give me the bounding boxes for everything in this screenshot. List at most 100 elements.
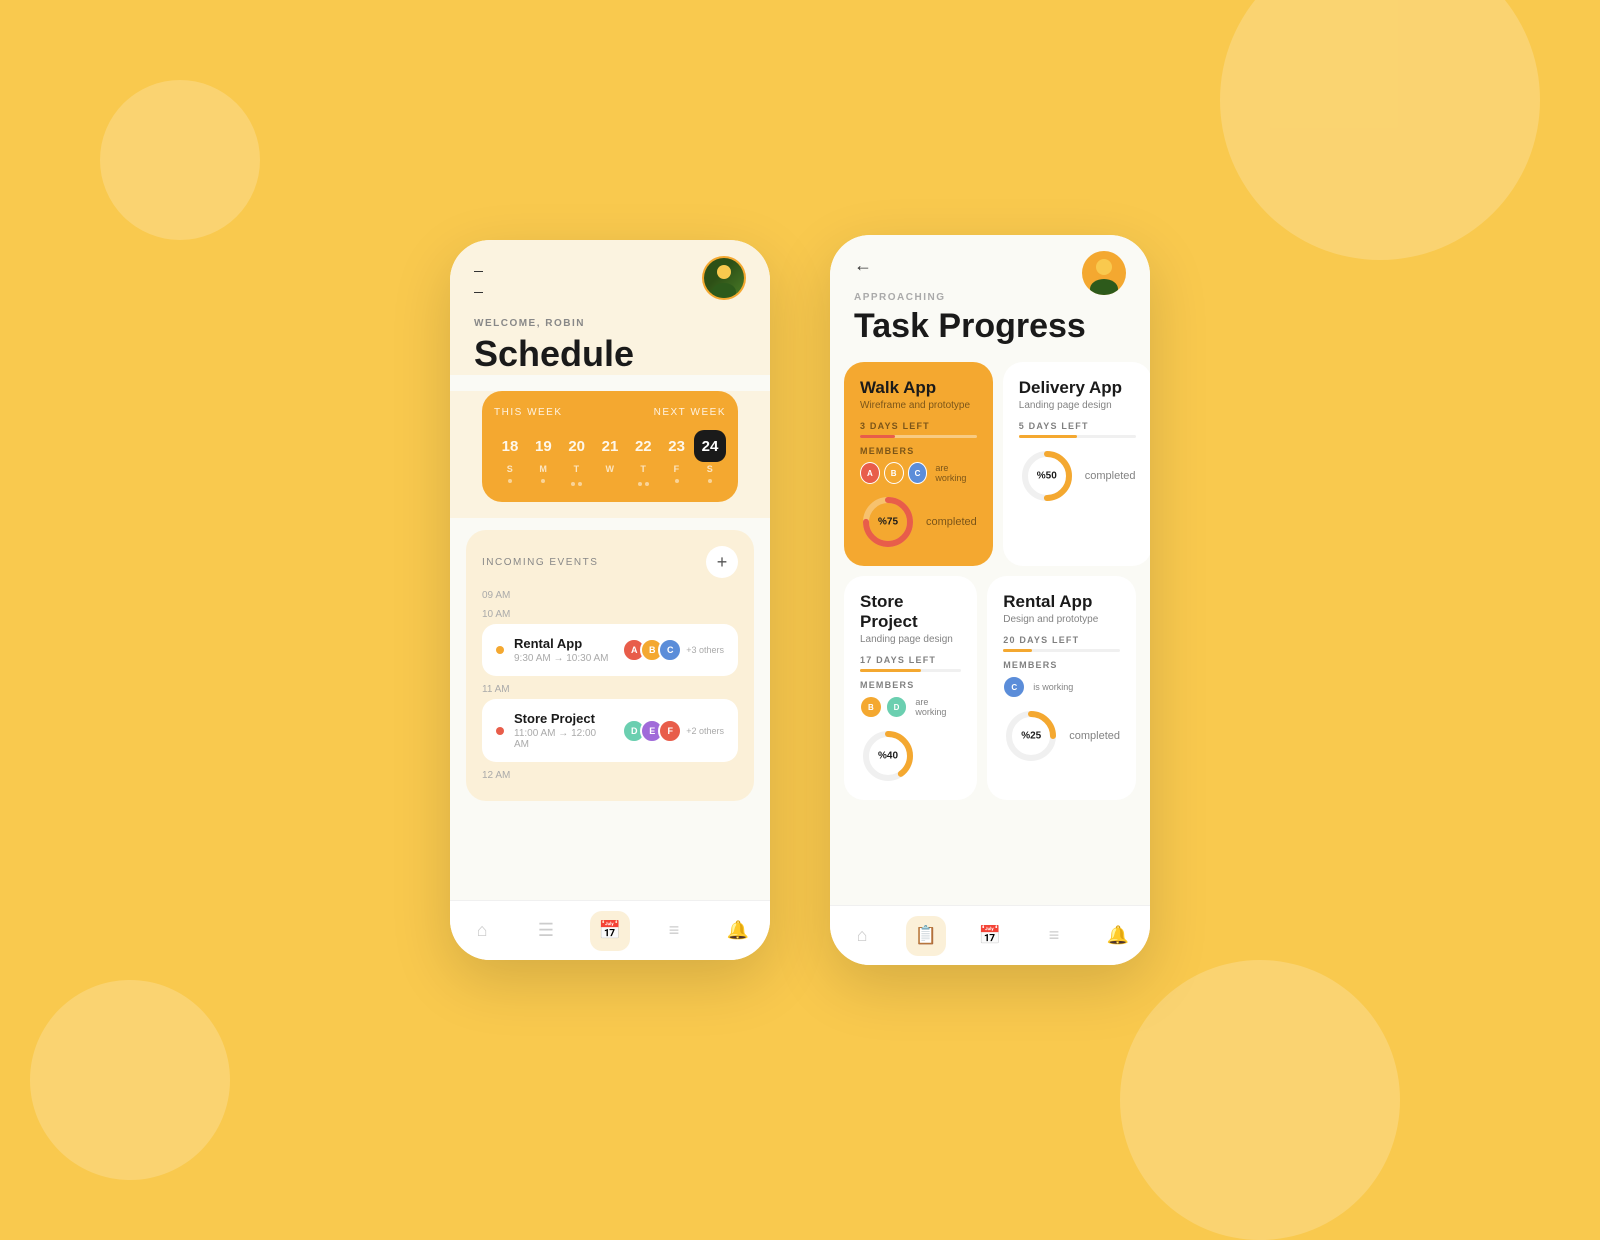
- completed-text: completed: [1085, 470, 1136, 482]
- progress-wrap: %25 completed: [1003, 708, 1120, 764]
- nav-bell[interactable]: 🔔: [1098, 916, 1138, 956]
- event-card-store-project[interactable]: Store Project 11:00 AM → 12:00 AM D E F …: [482, 699, 738, 762]
- event-dot-red: [496, 727, 504, 735]
- nav-home[interactable]: ⌂: [842, 916, 882, 956]
- menu-icon: ≡: [654, 911, 694, 951]
- day-num-active: 24: [694, 430, 726, 462]
- event-time: 9:30 AM → 10:30 AM: [514, 653, 612, 664]
- more-members-text: +2 others: [686, 726, 724, 736]
- avatar[interactable]: [1082, 251, 1126, 295]
- more-members-text: +3 others: [686, 645, 724, 655]
- bottom-nav: ⌂ ☰ 📅 ≡ 🔔: [450, 900, 770, 960]
- days-bar: [860, 669, 961, 672]
- document-icon: ☰: [526, 911, 566, 951]
- nav-menu[interactable]: ≡: [1034, 916, 1074, 956]
- donut-chart: %75: [860, 494, 916, 550]
- day-num: 22: [627, 430, 659, 462]
- days-bar-fill: [1003, 649, 1032, 652]
- week-navigation: THIS WEEK NEXT WEEK: [494, 407, 726, 418]
- bg-decoration-2: [30, 980, 230, 1180]
- event-name: Rental App: [514, 636, 612, 651]
- nav-menu[interactable]: ≡: [654, 911, 694, 951]
- phone-task-progress: ← APPROACHING Task Progress Walk App Wir…: [830, 235, 1150, 965]
- day-dot: [645, 482, 649, 486]
- day-dot: [638, 482, 642, 486]
- donut-chart: %40: [860, 728, 916, 784]
- task-card-store-project[interactable]: Store Project Landing page design 17 DAY…: [844, 576, 977, 800]
- members-label: MEMBERS: [860, 446, 977, 456]
- calendar-icon: 📅: [590, 911, 630, 951]
- cal-day-23[interactable]: 23 F: [661, 430, 693, 486]
- task-sub: Design and prototype: [1003, 614, 1120, 625]
- task-card-walk-app[interactable]: Walk App Wireframe and prototype 3 DAYS …: [844, 362, 993, 566]
- donut-chart: %25: [1003, 708, 1059, 764]
- task-name: Store Project: [860, 592, 961, 632]
- event-info: Rental App 9:30 AM → 10:30 AM: [514, 636, 612, 664]
- task-progress-header: ← APPROACHING Task Progress: [830, 235, 1150, 346]
- day-dot: [675, 479, 679, 483]
- nav-bell[interactable]: 🔔: [718, 911, 758, 951]
- day-letter: W: [605, 464, 614, 474]
- time-slot-11: 11 AM: [482, 684, 738, 695]
- events-section-title: INCOMING EVENTS: [482, 557, 598, 568]
- day-letter: T: [574, 464, 580, 474]
- completed-text: completed: [1069, 730, 1120, 742]
- approaching-label: APPROACHING: [854, 292, 1126, 303]
- nav-calendar[interactable]: 📅: [590, 911, 630, 951]
- bg-decoration-4: [100, 80, 260, 240]
- day-num: 18: [494, 430, 526, 462]
- member-avatar: C: [908, 462, 928, 484]
- event-info: Store Project 11:00 AM → 12:00 AM: [514, 711, 612, 750]
- members-label: MEMBERS: [860, 680, 961, 690]
- avatar[interactable]: [702, 256, 746, 300]
- task-name: Rental App: [1003, 592, 1120, 612]
- day-dot: [578, 482, 582, 486]
- working-text: is working: [1033, 682, 1073, 692]
- event-card-rental-app[interactable]: Rental App 9:30 AM → 10:30 AM A B C +3 o…: [482, 624, 738, 676]
- cal-day-19[interactable]: 19 M: [527, 430, 559, 486]
- members-row: C is working: [1003, 676, 1120, 698]
- tasks-row-2: Store Project Landing page design 17 DAY…: [844, 576, 1136, 800]
- menu-icon: ≡: [1034, 916, 1074, 956]
- day-letter: T: [640, 464, 646, 474]
- day-letter: S: [507, 464, 514, 474]
- cal-day-24[interactable]: 24 S: [694, 430, 726, 486]
- days-left-label: 20 DAYS LEFT: [1003, 635, 1120, 645]
- task-card-delivery-app[interactable]: Delivery App Landing page design 5 DAYS …: [1003, 362, 1150, 566]
- event-dot-orange: [496, 646, 504, 654]
- days-bar-fill: [860, 435, 895, 438]
- calendar-days: 18 S 19 M 20 T: [494, 430, 726, 486]
- donut-label: %75: [878, 517, 898, 528]
- cal-day-21[interactable]: 21 W: [594, 430, 626, 486]
- bell-icon: 🔔: [1098, 916, 1138, 956]
- nav-calendar[interactable]: 📅: [970, 916, 1010, 956]
- add-event-button[interactable]: +: [706, 546, 738, 578]
- next-week-label[interactable]: NEXT WEEK: [654, 407, 726, 418]
- cal-day-22[interactable]: 22 T: [627, 430, 659, 486]
- this-week-label: THIS WEEK: [494, 407, 563, 418]
- members-label: MEMBERS: [1003, 660, 1120, 670]
- time-slot-09: 09 AM: [482, 590, 738, 601]
- donut-label: %50: [1037, 471, 1057, 482]
- time-slot-12: 12 AM: [482, 770, 738, 781]
- working-text: are working: [915, 697, 961, 717]
- back-button[interactable]: ←: [854, 255, 872, 276]
- member-avatar: C: [1003, 676, 1025, 698]
- cal-day-18[interactable]: 18 S: [494, 430, 526, 486]
- nav-task[interactable]: 📋: [906, 916, 946, 956]
- day-dot: [571, 482, 575, 486]
- cal-day-20[interactable]: 20 T: [561, 430, 593, 486]
- day-dot: [708, 479, 712, 483]
- task-card-rental-app[interactable]: Rental App Design and prototype 20 DAYS …: [987, 576, 1136, 800]
- nav-home[interactable]: ⌂: [462, 911, 502, 951]
- days-left-label: 5 DAYS LEFT: [1019, 421, 1136, 431]
- day-letter: S: [707, 464, 714, 474]
- days-left-label: 3 DAYS LEFT: [860, 421, 977, 431]
- events-section: INCOMING EVENTS + 09 AM 10 AM Rental App…: [466, 530, 754, 801]
- task-name: Walk App: [860, 378, 977, 398]
- nav-document[interactable]: ☰: [526, 911, 566, 951]
- event-time: 11:00 AM → 12:00 AM: [514, 728, 612, 750]
- welcome-text: WELCOME, ROBIN: [474, 318, 746, 329]
- completed-text: completed: [926, 516, 977, 528]
- members-row: A B C are working: [860, 462, 977, 484]
